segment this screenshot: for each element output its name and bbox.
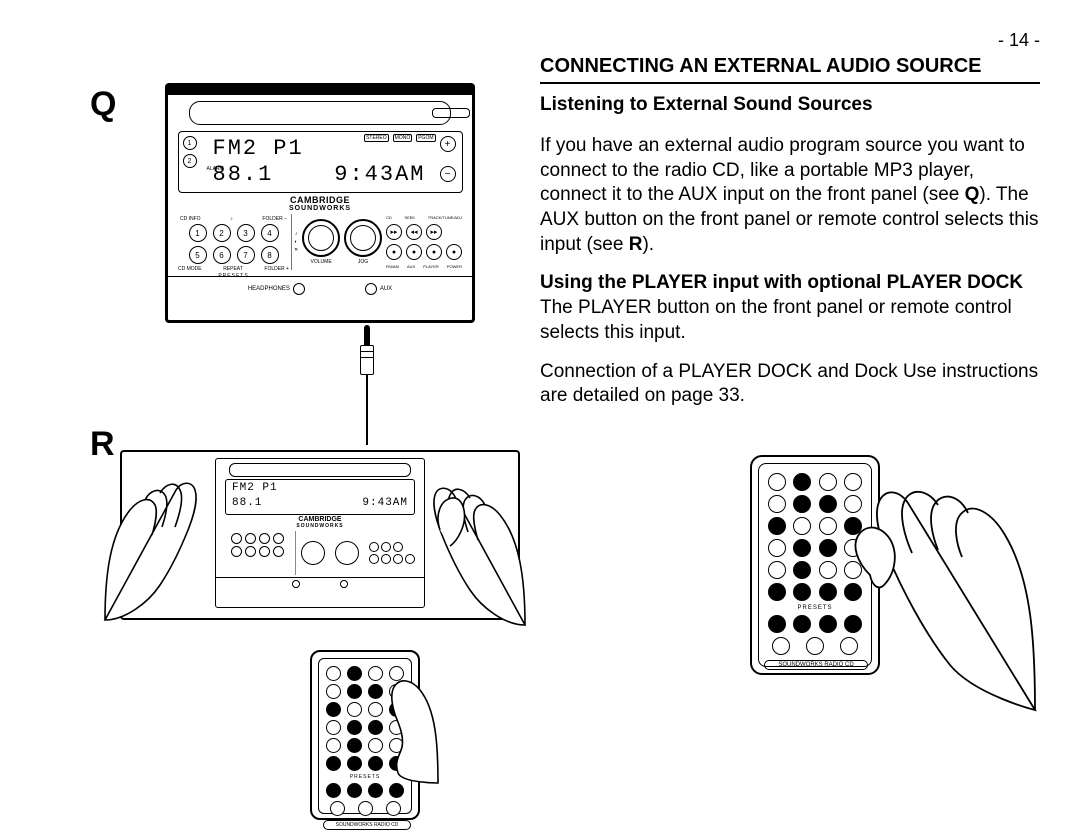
figures-column: Q R 1 2 ALARM STEREO MONO PGOM + −: [60, 30, 500, 767]
preset-3-button: 3: [237, 224, 255, 242]
remote-with-hand: PRESETS SOUNDWORKS RADIO CD: [750, 445, 1030, 745]
remote-control-1: PRESETS SOUNDWORKS RADIO CD: [310, 650, 420, 820]
cd-slot: [189, 101, 451, 125]
subhead-player: Using the PLAYER input with optional PLA…: [540, 272, 1023, 293]
player-button: ●: [426, 244, 442, 260]
stereo-icon: STEREO: [364, 134, 389, 142]
brand-label: CAMBRIDGE SOUNDWORKS: [168, 195, 472, 212]
next-icon: ▸▸: [426, 224, 442, 240]
alarm-label: ALARM: [207, 166, 224, 172]
transport-buttons: CDSEEKTRACK/TUNE/ADJ ▸▸ ◂◂ ▸▸ ● ● ● ●: [386, 215, 462, 269]
preset-4-button: 4: [261, 224, 279, 242]
subhead-listening: Listening to External Sound Sources: [540, 94, 1040, 116]
section-title: CONNECTING AN EXTERNAL AUDIO SOURCE: [540, 55, 1040, 84]
control-panel: CD INFO♪FOLDER − 1 2 3 4 5 6 7 8 CD MODE…: [176, 214, 464, 270]
body-paragraphs: If you have an external audio program so…: [540, 134, 1040, 409]
fm-button: ●: [386, 244, 402, 260]
play-icon: ▸▸: [386, 224, 402, 240]
lcd-display: 1 2 ALARM STEREO MONO PGOM + − FM2 P1: [178, 131, 463, 193]
minus-icon: −: [440, 166, 456, 182]
preset-7-button: 7: [237, 246, 255, 264]
aux-button: ●: [406, 244, 422, 260]
audio-plug-illustration: [355, 325, 379, 445]
preset-2-button: 2: [213, 224, 231, 242]
aux-jack: AUX: [365, 283, 392, 295]
figure-r-illustration: FM2 P1 88.19:43AM CAMBRIDGESOUNDWORKS: [120, 450, 520, 810]
prev-icon: ◂◂: [406, 224, 422, 240]
preset-8-button: 8: [261, 246, 279, 264]
preset-1-button: 1: [189, 224, 207, 242]
mono-icon: MONO: [393, 134, 413, 142]
jog-knob: [344, 219, 382, 257]
preset-section: CD INFO♪FOLDER − 1 2 3 4 5 6 7 8 CD MODE…: [176, 214, 292, 270]
jack-bar: HEADPHONES AUX: [168, 276, 472, 301]
remote-control-2: PRESETS SOUNDWORKS RADIO CD: [750, 455, 880, 675]
headphones-jack: HEADPHONES: [248, 283, 305, 295]
plus-icon: +: [440, 136, 456, 152]
lcd-mode-icons: STEREO MONO PGOM: [364, 134, 435, 142]
indicator-1-icon: 1: [183, 136, 197, 150]
left-hand-icon: [100, 455, 250, 625]
lcd-line1: FM2 P1: [213, 136, 304, 162]
volume-knob: [302, 219, 340, 257]
preset-5-button: 5: [189, 246, 207, 264]
device-q-illustration: 1 2 ALARM STEREO MONO PGOM + − FM2 P1: [165, 83, 475, 323]
mode-icons: ♪◐✕: [294, 231, 298, 253]
figure-label-q: Q: [90, 85, 116, 124]
preset-6-button: 6: [213, 246, 231, 264]
page-number: - 14 -: [540, 30, 1040, 51]
pgom-icon: PGOM: [416, 134, 435, 142]
lcd-time: 9:43AM: [334, 162, 425, 188]
right-hand-icon: [380, 460, 530, 630]
power-button: ●: [446, 244, 462, 260]
indicator-2-icon: 2: [183, 154, 197, 168]
